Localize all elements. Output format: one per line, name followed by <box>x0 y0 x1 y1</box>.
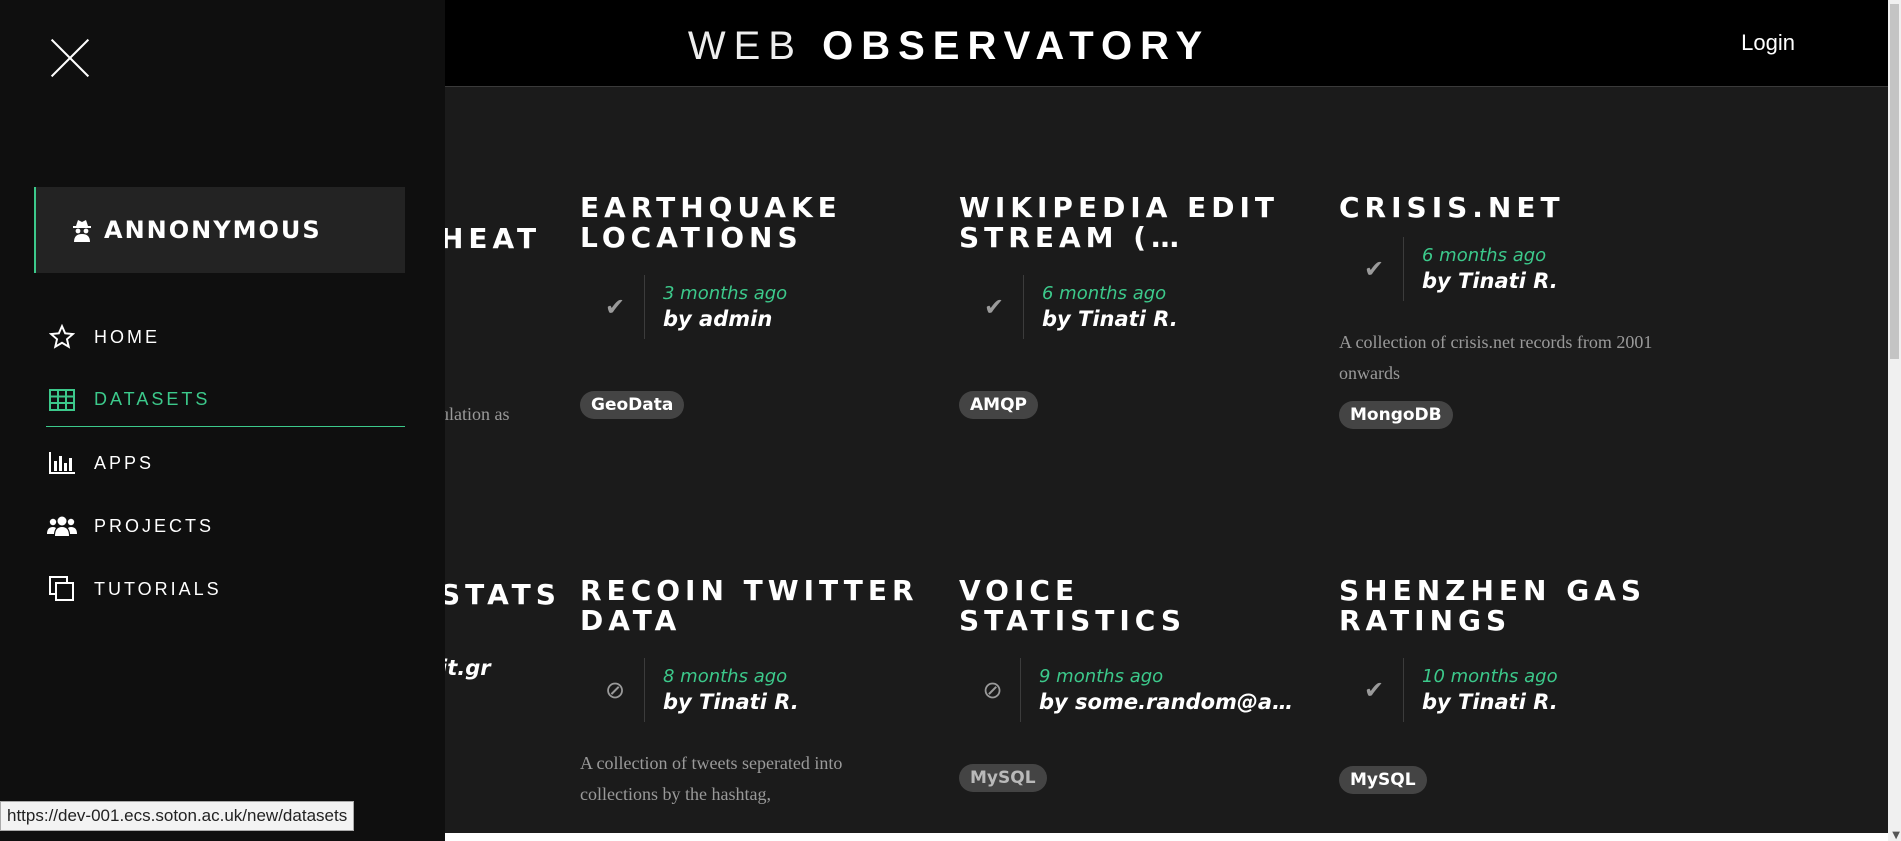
dataset-meta: ⊘ 8 months ago by Tinati R. <box>580 658 920 722</box>
dataset-meta: ✔ 3 months ago by admin <box>580 275 920 339</box>
partial-card-title-2[interactable]: STATS <box>440 578 561 611</box>
dataset-card[interactable]: EARTHQUAKE LOCATIONS ✔ 3 months ago by a… <box>580 193 920 419</box>
status-url: https://dev-001.ecs.soton.ac.uk/new/data… <box>0 801 355 831</box>
dataset-description: A collection of tweets seperated into co… <box>580 753 843 804</box>
dataset-description: A collection of crisis.net records from … <box>1339 332 1653 383</box>
dataset-meta: ✔ 6 months ago by Tinati R. <box>1339 237 1679 301</box>
dataset-age: 6 months ago <box>1422 245 1547 266</box>
dataset-card[interactable]: WIKIPEDIA EDIT STREAM (… ✔ 6 months ago … <box>959 193 1299 419</box>
dataset-tag[interactable]: MySQL <box>959 764 1047 792</box>
nav-label: APPS <box>94 452 155 473</box>
ban-icon: ⊘ <box>965 658 1021 722</box>
nav-item-tutorials[interactable]: TUTORIALS <box>46 562 405 616</box>
check-icon: ✔ <box>586 275 645 339</box>
login-link[interactable]: Login <box>1741 30 1795 56</box>
site-title-bold: OBSERVATORY <box>822 24 1211 68</box>
dataset-title[interactable]: VOICE STATISTICS <box>959 576 1299 636</box>
scroll-down-arrow-icon[interactable]: ▼ <box>1892 830 1900 841</box>
nav-label: TUTORIALS <box>94 578 222 599</box>
dataset-age: 8 months ago <box>663 666 788 687</box>
dataset-tag[interactable]: MongoDB <box>1339 401 1453 429</box>
dataset-title[interactable]: RECOIN TWITTER DATA <box>580 576 920 636</box>
check-icon: ✔ <box>1345 658 1404 722</box>
dataset-meta: ⊘ 9 months ago by some.random@ad… <box>959 658 1299 722</box>
nav-label: PROJECTS <box>94 515 215 536</box>
incognito-user-icon <box>73 220 91 242</box>
check-icon: ✔ <box>1345 237 1404 301</box>
check-icon: ✔ <box>965 275 1024 339</box>
nav-item-datasets[interactable]: DATASETS <box>46 373 405 427</box>
user-name: ANNONYMOUS <box>104 216 322 244</box>
dataset-tag[interactable]: GeoData <box>580 391 685 419</box>
nav-label: HOME <box>94 326 160 347</box>
dataset-title[interactable]: EARTHQUAKE LOCATIONS <box>580 193 920 253</box>
dataset-card[interactable]: CRISIS.NET ✔ 6 months ago by Tinati R. A… <box>1339 193 1679 429</box>
vertical-scrollbar[interactable]: ▼ <box>1888 0 1901 841</box>
table-icon <box>46 384 78 416</box>
nav-item-projects[interactable]: PROJECTS <box>46 499 405 553</box>
dataset-author[interactable]: by some.random@ad… <box>1039 689 1299 715</box>
dataset-age: 10 months ago <box>1422 666 1558 687</box>
dataset-author[interactable]: by admin <box>663 306 787 332</box>
dataset-author[interactable]: by Tinati R. <box>1042 306 1178 332</box>
bar-chart-icon <box>46 447 78 479</box>
ban-icon: ⊘ <box>586 658 645 722</box>
dataset-meta: ✔ 6 months ago by Tinati R. <box>959 275 1299 339</box>
nav-label: DATASETS <box>94 389 211 409</box>
copy-icon <box>46 573 78 605</box>
dataset-author[interactable]: by Tinati R. <box>1422 268 1558 294</box>
nav-item-home[interactable]: HOME <box>46 310 405 364</box>
dataset-age: 6 months ago <box>1042 283 1167 304</box>
dataset-title[interactable]: SHENZHEN GAS RATINGS <box>1339 576 1679 636</box>
dataset-card[interactable]: SHENZHEN GAS RATINGS ✔ 10 months ago by … <box>1339 576 1679 794</box>
sidebar: ANNONYMOUS HOME DATASETS APPS PROJECTS T… <box>0 0 445 841</box>
star-icon <box>46 321 78 353</box>
nav-item-apps[interactable]: APPS <box>46 436 405 490</box>
dataset-card[interactable]: RECOIN TWITTER DATA ⊘ 8 months ago by Ti… <box>580 576 920 810</box>
site-title-light: WEB <box>687 24 803 68</box>
dataset-age: 9 months ago <box>1039 666 1164 687</box>
dataset-author[interactable]: by Tinati R. <box>663 689 799 715</box>
scrollbar-thumb[interactable] <box>1890 4 1899 359</box>
dataset-age: 3 months ago <box>663 283 788 304</box>
partial-card-author-2: it.gr <box>440 656 491 680</box>
dataset-tag[interactable]: AMQP <box>959 391 1038 419</box>
dataset-tag[interactable]: MySQL <box>1339 766 1427 794</box>
user-panel[interactable]: ANNONYMOUS <box>34 187 405 273</box>
dataset-card[interactable]: VOICE STATISTICS ⊘ 9 months ago by some.… <box>959 576 1299 792</box>
close-icon[interactable] <box>48 36 92 80</box>
partial-card-title-1[interactable]: HEAT <box>440 222 541 255</box>
dataset-title[interactable]: CRISIS.NET <box>1339 193 1679 223</box>
dataset-meta: ✔ 10 months ago by Tinati R. <box>1339 658 1679 722</box>
dataset-title[interactable]: WIKIPEDIA EDIT STREAM (… <box>959 193 1299 253</box>
partial-card-desc-1: ulation as <box>440 404 510 424</box>
users-icon <box>46 510 78 542</box>
dataset-author[interactable]: by Tinati R. <box>1422 689 1558 715</box>
